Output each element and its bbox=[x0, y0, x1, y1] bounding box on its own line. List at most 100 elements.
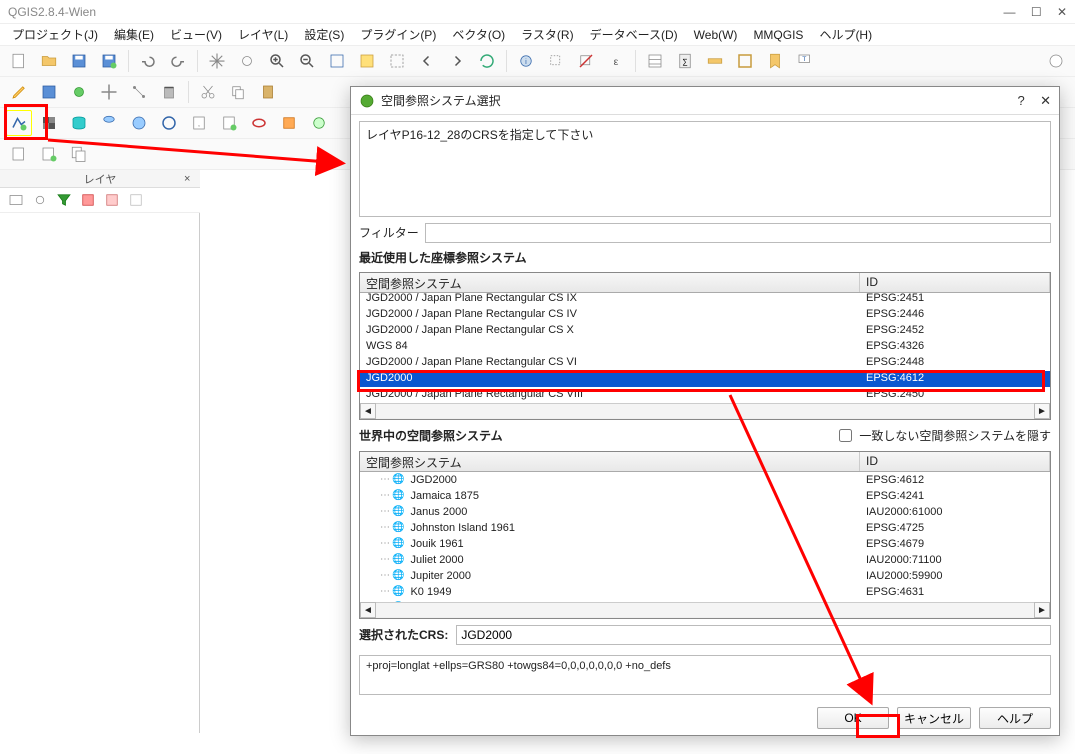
world-crs-row[interactable]: ⋯🌐K0 1949EPSG:4631 bbox=[360, 584, 1050, 600]
help-button[interactable]: ヘルプ bbox=[979, 707, 1051, 729]
recent-crs-row[interactable]: WGS 84EPSG:4326 bbox=[360, 339, 1050, 355]
identify-icon[interactable]: i bbox=[513, 48, 539, 74]
world-crs-row[interactable]: ⋯🌐Johnston Island 1961EPSG:4725 bbox=[360, 520, 1050, 536]
close-icon[interactable]: ✕ bbox=[1057, 5, 1067, 19]
deselect-icon[interactable] bbox=[573, 48, 599, 74]
open-project-icon[interactable] bbox=[36, 48, 62, 74]
measure-line-icon[interactable] bbox=[702, 48, 728, 74]
composer-manager-icon[interactable] bbox=[6, 141, 32, 167]
collapse-all-icon[interactable] bbox=[102, 190, 122, 210]
col-crs-name[interactable]: 空間参照システム bbox=[360, 273, 860, 292]
recent-crs-row[interactable]: JGD2000 / Japan Plane Rectangular CS IVE… bbox=[360, 307, 1050, 323]
zoom-last-icon[interactable] bbox=[414, 48, 440, 74]
recent-crs-row[interactable]: JGD2000 / Japan Plane Rectangular CS VII… bbox=[360, 387, 1050, 403]
manage-visibility-icon[interactable] bbox=[30, 190, 50, 210]
scroll-right-icon[interactable]: ► bbox=[1034, 602, 1050, 618]
menu-settings[interactable]: 設定(S) bbox=[298, 24, 350, 45]
menu-mmqgis[interactable]: MMQGIS bbox=[747, 26, 809, 44]
recent-scroll-h[interactable]: ◄ ► bbox=[360, 403, 1050, 419]
world-crs-row[interactable]: ⋯🌐Juliet 2000IAU2000:71100 bbox=[360, 552, 1050, 568]
move-feature-icon[interactable] bbox=[96, 79, 122, 105]
new-project-icon[interactable] bbox=[6, 48, 32, 74]
add-mssql-layer-icon[interactable] bbox=[276, 110, 302, 136]
add-feature-icon[interactable] bbox=[66, 79, 92, 105]
add-raster-layer-icon[interactable] bbox=[36, 110, 62, 136]
scroll-left-icon[interactable]: ◄ bbox=[360, 602, 376, 618]
filter-legend-icon[interactable] bbox=[54, 190, 74, 210]
expand-all-icon[interactable] bbox=[78, 190, 98, 210]
add-vector-layer-icon[interactable] bbox=[6, 110, 32, 136]
world-crs-row[interactable]: ⋯🌐JGD2000EPSG:4612 bbox=[360, 472, 1050, 488]
zoom-layer-icon[interactable] bbox=[384, 48, 410, 74]
copy-icon[interactable] bbox=[225, 79, 251, 105]
dialog-help-icon[interactable]: ? bbox=[1018, 93, 1025, 108]
refresh-icon[interactable] bbox=[474, 48, 500, 74]
add-group-icon[interactable] bbox=[6, 190, 26, 210]
panel-close-icon[interactable]: × bbox=[184, 173, 190, 185]
duplicate-composer-icon[interactable] bbox=[66, 141, 92, 167]
add-wcs-layer-icon[interactable] bbox=[306, 110, 332, 136]
node-tool-icon[interactable] bbox=[126, 79, 152, 105]
add-oracle-layer-icon[interactable] bbox=[246, 110, 272, 136]
zoom-in-icon[interactable] bbox=[264, 48, 290, 74]
zoom-selection-icon[interactable] bbox=[354, 48, 380, 74]
annotation-icon[interactable]: T bbox=[792, 48, 818, 74]
add-spatialite-layer-icon[interactable] bbox=[96, 110, 122, 136]
minimize-icon[interactable]: — bbox=[1003, 5, 1015, 19]
field-calc-icon[interactable]: ∑ bbox=[672, 48, 698, 74]
undo-icon[interactable] bbox=[135, 48, 161, 74]
remove-layer-icon[interactable] bbox=[126, 190, 146, 210]
toggle-edit-icon[interactable] bbox=[6, 79, 32, 105]
cut-icon[interactable] bbox=[195, 79, 221, 105]
recent-crs-row[interactable]: JGD2000 / Japan Plane Rectangular CS VIE… bbox=[360, 355, 1050, 371]
zoom-full-icon[interactable] bbox=[324, 48, 350, 74]
maximize-icon[interactable]: ☐ bbox=[1031, 5, 1042, 19]
save-icon[interactable] bbox=[66, 48, 92, 74]
measure-area-icon[interactable] bbox=[732, 48, 758, 74]
pan-selection-icon[interactable] bbox=[234, 48, 260, 74]
world-crs-row[interactable]: ⋯🌐Jamaica 1875EPSG:4241 bbox=[360, 488, 1050, 504]
add-wms-layer-icon[interactable] bbox=[126, 110, 152, 136]
menu-project[interactable]: プロジェクト(J) bbox=[6, 24, 104, 45]
world-crs-row[interactable]: ⋯🌐KKJEPSG:4123 bbox=[360, 600, 1050, 602]
menu-web[interactable]: Web(W) bbox=[688, 26, 744, 44]
world-crs-row[interactable]: ⋯🌐Janus 2000IAU2000:61000 bbox=[360, 504, 1050, 520]
save-edits-icon[interactable] bbox=[36, 79, 62, 105]
new-shapefile-icon[interactable] bbox=[216, 110, 242, 136]
scroll-left-icon[interactable]: ◄ bbox=[360, 403, 376, 419]
menu-vector[interactable]: ベクタ(O) bbox=[446, 24, 511, 45]
menu-edit[interactable]: 編集(E) bbox=[108, 24, 160, 45]
col-world-name[interactable]: 空間参照システム bbox=[360, 452, 860, 471]
world-scroll-h[interactable]: ◄ ► bbox=[360, 602, 1050, 618]
world-crs-rows[interactable]: ⋯🌐JGD2000EPSG:4612⋯🌐Jamaica 1875EPSG:424… bbox=[360, 472, 1050, 602]
delete-icon[interactable] bbox=[156, 79, 182, 105]
add-wfs-layer-icon[interactable] bbox=[156, 110, 182, 136]
pan-icon[interactable] bbox=[204, 48, 230, 74]
menu-layer[interactable]: レイヤ(L) bbox=[232, 24, 294, 45]
zoom-next-icon[interactable] bbox=[444, 48, 470, 74]
dialog-close-icon[interactable]: ✕ bbox=[1040, 93, 1051, 108]
add-postgis-layer-icon[interactable] bbox=[66, 110, 92, 136]
recent-crs-row[interactable]: JGD2000 / Japan Plane Rectangular CS IXE… bbox=[360, 293, 1050, 307]
recent-crs-row[interactable]: JGD2000 / Japan Plane Rectangular CS XEP… bbox=[360, 323, 1050, 339]
bookmark-icon[interactable] bbox=[762, 48, 788, 74]
redo-icon[interactable] bbox=[165, 48, 191, 74]
select-expression-icon[interactable]: ε bbox=[603, 48, 629, 74]
world-crs-row[interactable]: ⋯🌐Jupiter 2000IAU2000:59900 bbox=[360, 568, 1050, 584]
menu-help[interactable]: ヘルプ(H) bbox=[813, 24, 878, 45]
ok-button[interactable]: OK bbox=[817, 707, 889, 729]
scroll-right-icon[interactable]: ► bbox=[1034, 403, 1050, 419]
cancel-button[interactable]: キャンセル bbox=[897, 707, 971, 729]
paste-icon[interactable] bbox=[255, 79, 281, 105]
add-csv-layer-icon[interactable]: , bbox=[186, 110, 212, 136]
zoom-out-icon[interactable] bbox=[294, 48, 320, 74]
world-crs-row[interactable]: ⋯🌐Jouik 1961EPSG:4679 bbox=[360, 536, 1050, 552]
filter-input[interactable] bbox=[425, 223, 1051, 243]
open-attribute-icon[interactable] bbox=[642, 48, 668, 74]
menu-plugin[interactable]: プラグイン(P) bbox=[354, 24, 442, 45]
menu-database[interactable]: データベース(D) bbox=[584, 24, 684, 45]
hide-unmatched-checkbox[interactable]: 一致しない空間参照システムを隠す bbox=[835, 426, 1051, 445]
select-rect-icon[interactable] bbox=[543, 48, 569, 74]
new-composer-icon[interactable] bbox=[36, 141, 62, 167]
col-world-id[interactable]: ID bbox=[860, 452, 1050, 471]
